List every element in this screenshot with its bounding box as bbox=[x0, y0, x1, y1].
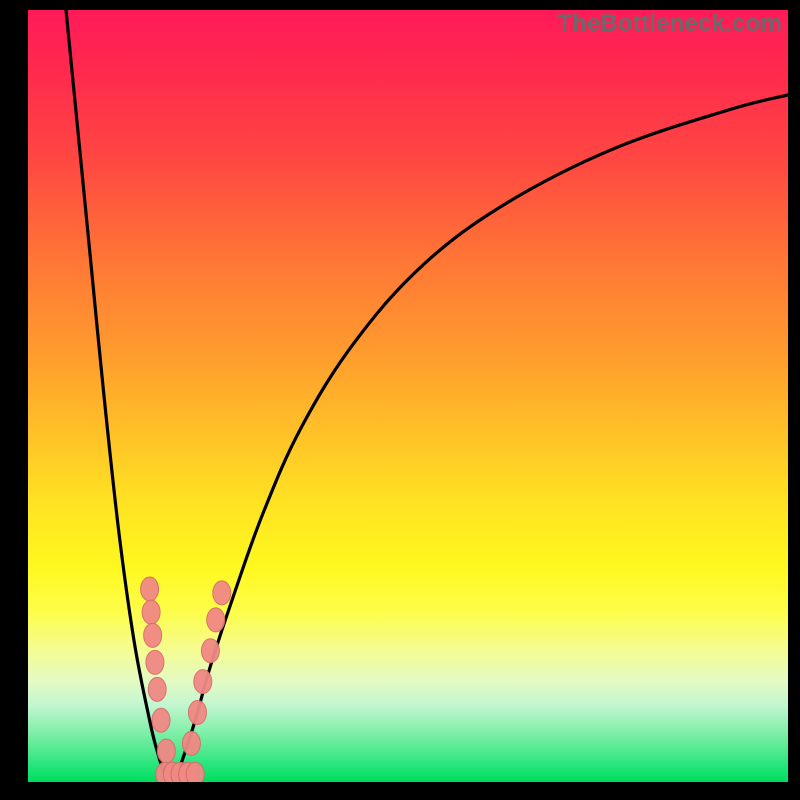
data-marker bbox=[182, 731, 200, 755]
data-marker bbox=[157, 739, 175, 763]
data-marker bbox=[201, 639, 219, 663]
curve-right-branch bbox=[172, 95, 788, 782]
data-marker bbox=[213, 581, 231, 605]
data-marker bbox=[152, 708, 170, 732]
curve-layer bbox=[28, 10, 788, 782]
data-marker bbox=[148, 677, 166, 701]
data-marker bbox=[141, 577, 159, 601]
data-marker bbox=[144, 623, 162, 647]
data-marker bbox=[142, 600, 160, 624]
data-marker bbox=[186, 762, 204, 782]
chart-frame: TheBottleneck.com bbox=[0, 0, 800, 800]
plot-area: TheBottleneck.com bbox=[28, 10, 788, 782]
data-marker bbox=[188, 701, 206, 725]
data-marker bbox=[194, 670, 212, 694]
data-marker bbox=[146, 650, 164, 674]
data-marker bbox=[207, 608, 225, 632]
